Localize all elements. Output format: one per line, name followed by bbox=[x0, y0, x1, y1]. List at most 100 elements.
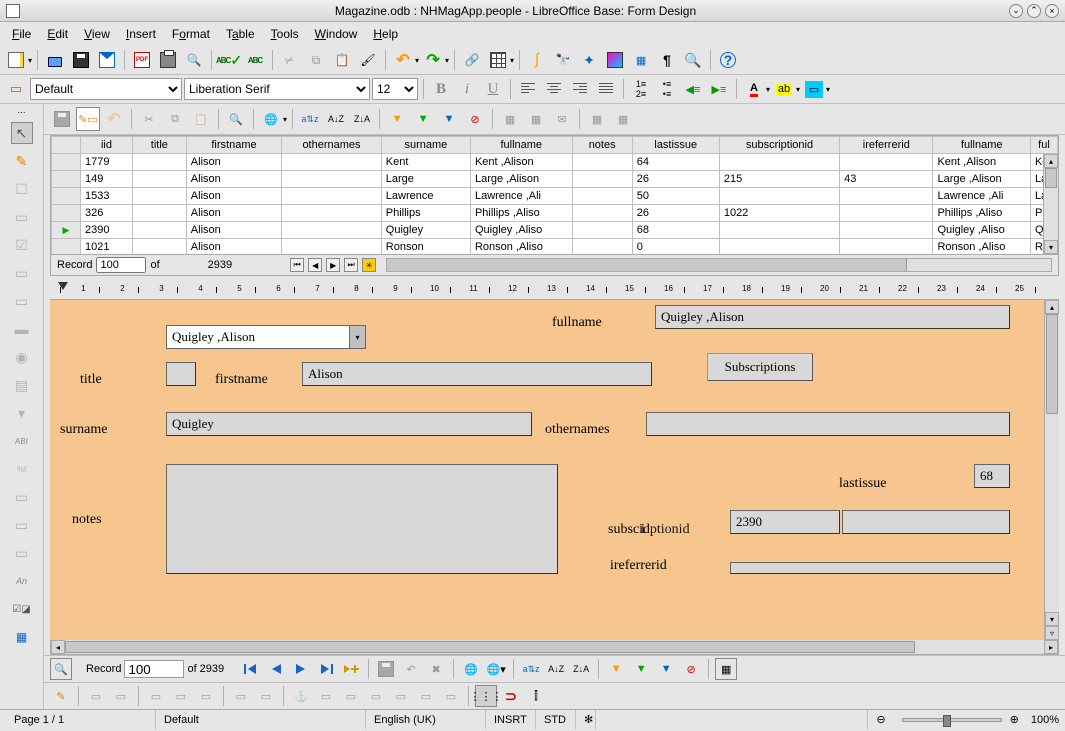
help-button[interactable]: ? bbox=[716, 48, 740, 72]
datasources-button[interactable]: ▦ bbox=[629, 48, 653, 72]
last-record-button[interactable]: ⏭ bbox=[344, 258, 358, 272]
save-record-button[interactable] bbox=[50, 107, 74, 131]
first-record-button[interactable]: ⏮ bbox=[290, 258, 304, 272]
menu-insert[interactable]: Insert bbox=[118, 24, 164, 44]
align-center-button[interactable] bbox=[542, 77, 566, 101]
design-select-button[interactable]: ✎ bbox=[50, 685, 72, 707]
find-record-button2[interactable]: 🔍 bbox=[50, 658, 72, 680]
format-paint-button[interactable]: 🖌 bbox=[356, 48, 380, 72]
status-language[interactable]: English (UK) bbox=[366, 710, 486, 729]
nav2-formfilter-button[interactable]: ▼ bbox=[655, 658, 677, 680]
sort-button[interactable]: a⇅z bbox=[298, 107, 322, 131]
zoom-slider[interactable] bbox=[902, 718, 1002, 722]
tab-order-button[interactable]: ▭ bbox=[145, 685, 167, 707]
design-mode-toggle[interactable]: ✎ bbox=[11, 150, 33, 172]
spellcheck-button[interactable]: ABC✓ bbox=[217, 48, 241, 72]
bring-front-button[interactable]: ▭ bbox=[315, 685, 337, 707]
autospell-button[interactable]: ABC bbox=[243, 48, 267, 72]
sort-desc-button[interactable]: Z↓A bbox=[350, 107, 374, 131]
nav2-datasource-button[interactable]: ▦ bbox=[715, 658, 737, 680]
grid-row[interactable]: 1779AlisonKentKent ,Alison64Kent ,Alison… bbox=[52, 154, 1058, 171]
nav-button[interactable]: ▦ bbox=[11, 626, 33, 648]
fullname-selector-combo[interactable]: ▾ bbox=[166, 325, 366, 349]
grid-column-firstname[interactable]: firstname bbox=[186, 137, 281, 154]
send-back-button[interactable]: ▭ bbox=[340, 685, 362, 707]
menu-table[interactable]: Table bbox=[218, 24, 263, 44]
nav2-undo-button[interactable]: ↶ bbox=[400, 658, 422, 680]
option-button[interactable]: ◉ bbox=[11, 346, 33, 368]
grid-vertical-scrollbar[interactable]: ▴ ▾ bbox=[1043, 154, 1058, 254]
align-left-button[interactable] bbox=[516, 77, 540, 101]
grid-row[interactable]: 1533AlisonLawrenceLawrence ,Ali50Lawrenc… bbox=[52, 188, 1058, 205]
form-button[interactable]: ▭ bbox=[11, 206, 33, 228]
snap-grid-button[interactable]: ⊃ bbox=[500, 685, 522, 707]
control-props-button[interactable]: ▭ bbox=[85, 685, 107, 707]
label-button[interactable]: ABI bbox=[11, 430, 33, 452]
edit-data-button[interactable]: ✎▭ bbox=[76, 107, 100, 131]
surname-field[interactable]: Quigley bbox=[166, 412, 532, 436]
find-record-button[interactable]: 🔍 bbox=[224, 107, 248, 131]
wizard-toggle[interactable]: ☑◪ bbox=[11, 598, 33, 620]
group-button[interactable]: ▭ bbox=[11, 486, 33, 508]
find-button[interactable]: 🔭 bbox=[551, 48, 575, 72]
next-record-button[interactable]: ▶ bbox=[326, 258, 340, 272]
ungroup-button[interactable]: ▭ bbox=[390, 685, 412, 707]
nav2-sort-button[interactable]: a⇅z bbox=[520, 658, 542, 680]
pushbutton-button[interactable]: ▬ bbox=[11, 318, 33, 340]
menu-format[interactable]: Format bbox=[164, 24, 218, 44]
style-combo[interactable]: Default bbox=[30, 78, 182, 100]
othernames-field[interactable] bbox=[646, 412, 1010, 436]
position-size-button[interactable]: ⚓ bbox=[290, 685, 312, 707]
print-button[interactable] bbox=[156, 48, 180, 72]
more-button[interactable]: %f bbox=[11, 458, 33, 480]
navigator-button[interactable]: ✦ bbox=[577, 48, 601, 72]
subscriptions-button[interactable]: Subscriptions bbox=[707, 353, 813, 381]
preview-button[interactable]: 🔍 bbox=[182, 48, 206, 72]
status-insert[interactable]: INSRT bbox=[486, 710, 536, 729]
grid-row[interactable]: ▶2390AlisonQuigleyQuigley ,Aliso68Quigle… bbox=[52, 222, 1058, 239]
maximize-button[interactable]: ⌃ bbox=[1027, 4, 1041, 18]
grid-column-title[interactable]: title bbox=[132, 137, 186, 154]
copy-button[interactable]: ⧉ bbox=[304, 48, 328, 72]
combobox-button[interactable]: ▾ bbox=[11, 402, 33, 424]
numbered-list-button[interactable]: 1≡2≡ bbox=[629, 77, 653, 101]
form-horizontal-scrollbar[interactable]: ◂ ▸ bbox=[50, 640, 1059, 655]
zoom-value[interactable]: 100% bbox=[1031, 714, 1059, 726]
mailmerge-button[interactable]: ✉ bbox=[550, 107, 574, 131]
paste-button[interactable]: 📋 bbox=[330, 48, 354, 72]
title-field[interactable] bbox=[166, 362, 196, 386]
menu-view[interactable]: View bbox=[76, 24, 118, 44]
remove-filter-button[interactable]: ⊘ bbox=[463, 107, 487, 131]
gallery-button[interactable] bbox=[603, 48, 627, 72]
nav2-refresh-control-button[interactable]: 🌐▾ bbox=[485, 658, 507, 680]
form-nav-button[interactable]: ▭ bbox=[195, 685, 217, 707]
email-button[interactable] bbox=[95, 48, 119, 72]
save-button[interactable] bbox=[69, 48, 93, 72]
align-right-button[interactable] bbox=[568, 77, 592, 101]
nav2-sort-desc-button[interactable]: Z↓A bbox=[570, 658, 592, 680]
paste-data-button[interactable]: 📋 bbox=[189, 107, 213, 131]
subscriptionid-field2[interactable] bbox=[842, 510, 1010, 534]
nav2-sort-asc-button[interactable]: A↓Z bbox=[545, 658, 567, 680]
file-button[interactable]: ▭ bbox=[11, 542, 33, 564]
group-button2[interactable]: ▭ bbox=[365, 685, 387, 707]
add-field-button[interactable]: ▭ bbox=[170, 685, 192, 707]
nav2-first-button[interactable] bbox=[240, 658, 262, 680]
image-button[interactable]: ▭ bbox=[11, 514, 33, 536]
display-grid-button[interactable]: ⋮⋮⋮ bbox=[475, 685, 497, 707]
menu-tools[interactable]: Tools bbox=[263, 24, 307, 44]
grid-row[interactable]: 326AlisonPhillipsPhillips ,Aliso261022Ph… bbox=[52, 205, 1058, 222]
hyperlink-button[interactable]: 🔗 bbox=[460, 48, 484, 72]
data-to-text-button[interactable]: ▦ bbox=[498, 107, 522, 131]
minimize-button[interactable]: ⌄ bbox=[1009, 4, 1023, 18]
control-button[interactable]: ☐ bbox=[11, 178, 33, 200]
guides-button[interactable]: ⫿ bbox=[525, 685, 547, 707]
zoom-button[interactable]: 🔍 bbox=[681, 48, 705, 72]
highlight-button[interactable]: ab bbox=[772, 77, 796, 101]
nonprinting-button[interactable]: ¶ bbox=[655, 48, 679, 72]
menu-help[interactable]: Help bbox=[365, 24, 406, 44]
redo-button[interactable]: ↷ bbox=[421, 48, 445, 72]
pdf-button[interactable]: PDF bbox=[130, 48, 154, 72]
nav2-next-button[interactable] bbox=[290, 658, 312, 680]
align-justify-button[interactable] bbox=[594, 77, 618, 101]
